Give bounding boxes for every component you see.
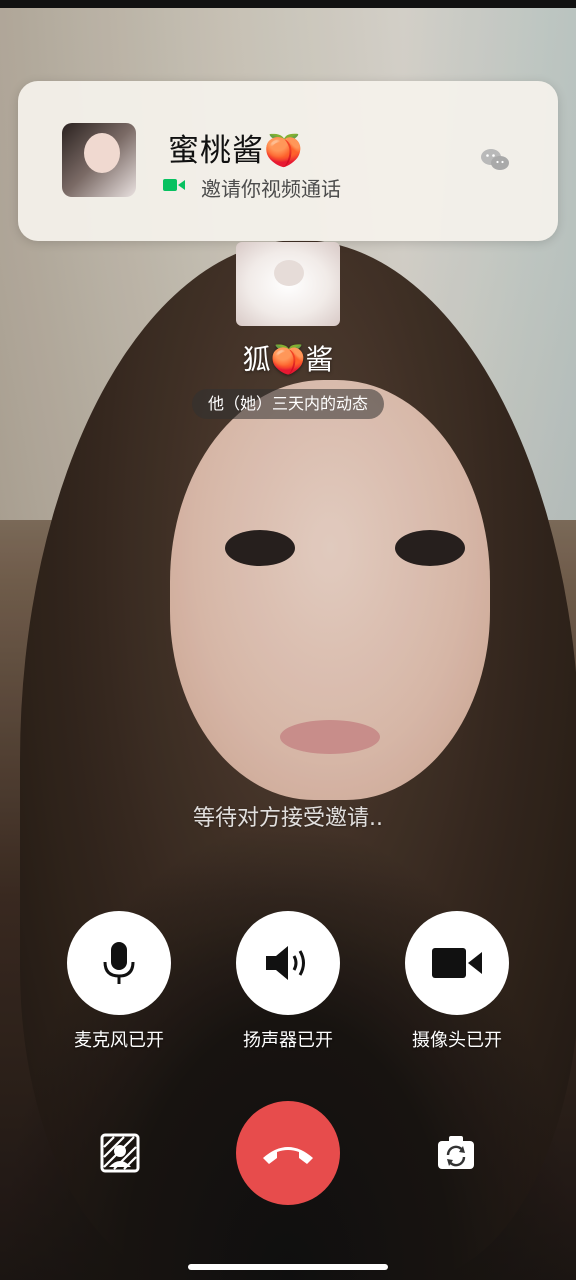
mic-label: 麦克风已开 xyxy=(74,1030,164,1051)
callee-avatar[interactable] xyxy=(236,242,340,326)
background-blur-icon[interactable] xyxy=(100,1133,140,1173)
caller-name: 蜜桃酱🍑 xyxy=(168,133,304,169)
home-indicator[interactable] xyxy=(188,1264,388,1270)
video-icon xyxy=(163,179,185,191)
camera-label: 摄像头已开 xyxy=(412,1030,502,1051)
hang-up-button[interactable] xyxy=(236,1101,340,1205)
invite-message: 邀请你视频通话 xyxy=(201,177,341,201)
waiting-status: 等待对方接受邀请.. xyxy=(193,806,383,831)
switch-camera-icon[interactable] xyxy=(436,1133,476,1173)
speaker-icon xyxy=(266,946,305,980)
hang-up-icon xyxy=(263,1147,313,1164)
camera-button[interactable] xyxy=(405,911,509,1015)
caller-avatar xyxy=(62,123,136,197)
incoming-call-notification[interactable]: 蜜桃酱🍑 邀请你视频通话 xyxy=(18,81,558,241)
video-camera-icon xyxy=(432,948,482,978)
mic-button[interactable] xyxy=(67,911,171,1015)
microphone-icon xyxy=(103,942,135,984)
speaker-label: 扬声器已开 xyxy=(243,1030,333,1051)
moments-link[interactable]: 他（她）三天内的动态 xyxy=(192,389,384,419)
speaker-button[interactable] xyxy=(236,911,340,1015)
wechat-icon xyxy=(481,149,509,170)
status-bar xyxy=(0,0,576,8)
callee-name: 狐🍑酱 xyxy=(242,343,334,376)
